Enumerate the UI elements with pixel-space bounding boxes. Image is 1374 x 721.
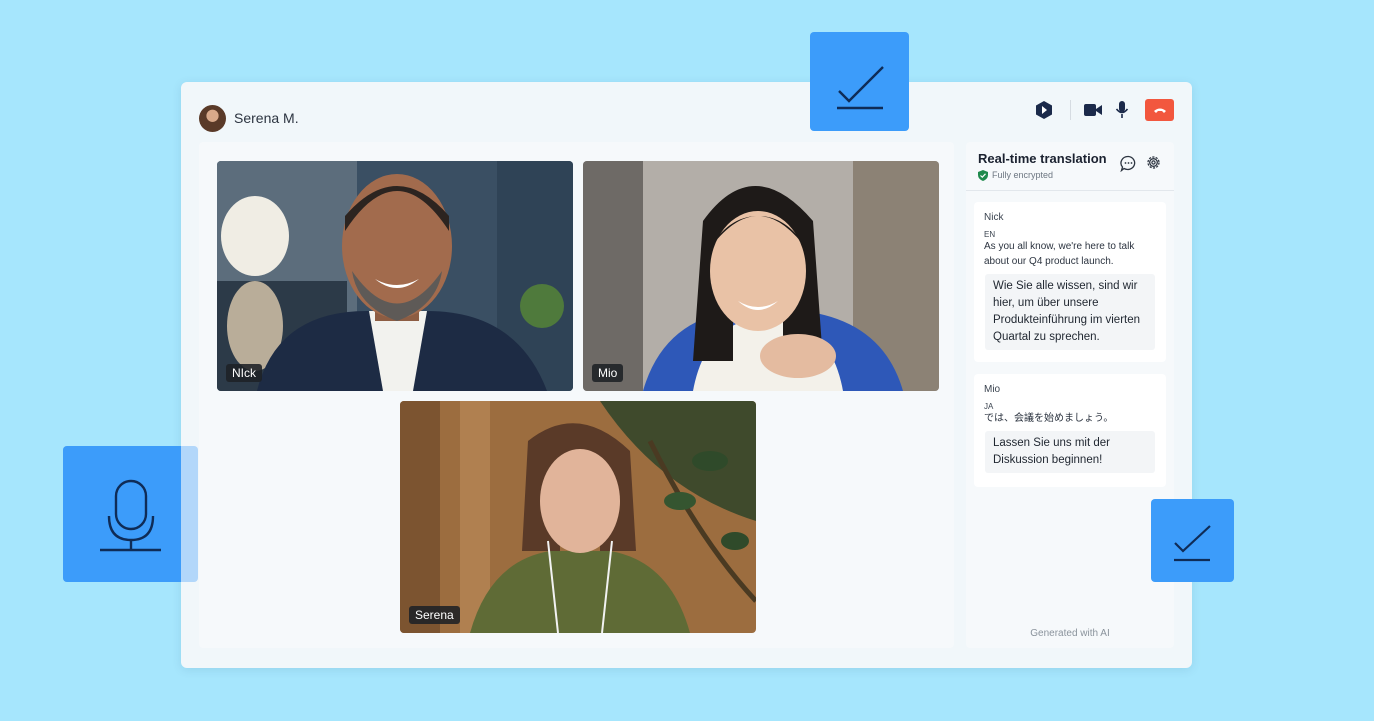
checkmark-icon <box>1174 525 1211 562</box>
video-camera-icon[interactable] <box>1084 103 1102 117</box>
message-language: EN <box>984 230 996 239</box>
message-language: JA <box>984 402 994 411</box>
header-divider <box>1070 100 1071 120</box>
logo-icon <box>1036 101 1052 119</box>
generated-with-ai-note: Generated with AI <box>1030 628 1110 639</box>
video-tile-serena[interactable]: Serena <box>400 401 756 633</box>
message-card: Mio JA では、会議を始めましょう。 Lassen Sie uns mit … <box>974 374 1166 487</box>
message-speaker: Nick <box>984 212 1004 223</box>
message-original: As you all know, we're here to talk abou… <box>984 241 1135 267</box>
microphone-icon[interactable] <box>1115 101 1129 119</box>
video-tile-mio[interactable]: Mio <box>583 161 939 391</box>
video-tile-nick[interactable]: NIck <box>217 161 573 391</box>
chat-bubble-icon[interactable] <box>1120 155 1137 172</box>
message-original: では、会議を始めましょう。 <box>984 413 1114 424</box>
hang-up-button[interactable] <box>1145 99 1174 121</box>
microphone-tile-face <box>63 446 181 582</box>
participant-name-label: Serena <box>409 606 460 624</box>
encryption-status: Fully encrypted <box>992 170 1054 180</box>
microphone-tile <box>63 446 198 582</box>
message-card: Nick EN As you all know, we're here to t… <box>974 202 1166 362</box>
user-avatar[interactable] <box>199 105 226 132</box>
user-name: Serena M. <box>234 110 299 126</box>
participant-name-label: Mio <box>592 364 624 382</box>
participant-video <box>400 401 756 633</box>
panel-divider <box>966 190 1174 191</box>
checkmark-tile <box>1151 499 1234 582</box>
message-translation: Lassen Sie uns mit der Diskussion beginn… <box>985 431 1155 473</box>
hang-up-icon <box>1153 108 1166 113</box>
gear-icon[interactable] <box>1145 154 1162 171</box>
microphone-icon <box>100 479 161 552</box>
shield-check-icon <box>978 170 988 181</box>
message-speaker: Mio <box>984 384 1001 395</box>
message-translation: Wie Sie alle wissen, sind wir hier, um ü… <box>985 274 1155 350</box>
checkmark-tile <box>810 32 909 131</box>
panel-title: Real-time translation <box>978 151 1107 166</box>
participant-video <box>583 161 939 391</box>
checkmark-icon <box>837 66 884 110</box>
participant-video <box>217 161 573 391</box>
participant-name-label: NIck <box>226 364 262 382</box>
